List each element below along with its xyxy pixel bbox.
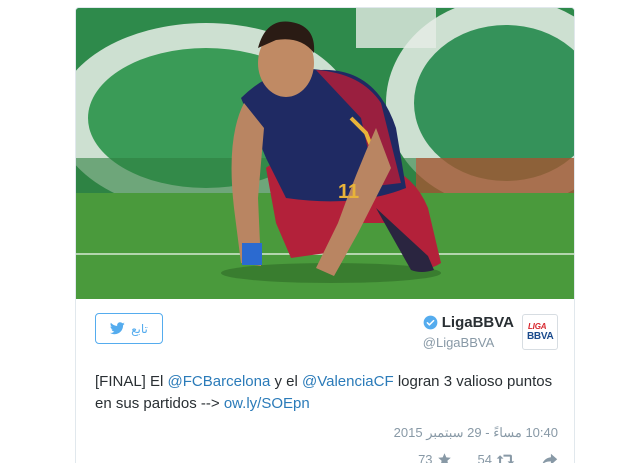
verified-badge-icon (423, 315, 438, 330)
retweet-icon (496, 454, 515, 463)
tweet-text-part1: [FINAL] El (95, 373, 168, 390)
share-button[interactable] (541, 453, 558, 463)
tweet-author[interactable]: LigaBBVA @LigaBBVA LIGA BBVA (423, 314, 558, 350)
twitter-bird-icon (110, 322, 125, 335)
author-handle[interactable]: @LigaBBVA (423, 335, 514, 350)
retweet-count: 54 (477, 452, 492, 463)
tweet-card: 11 تابع LigaBBVA @LigaBBVA LIGA BBVA [FI… (75, 7, 575, 463)
football-player-photo: 11 (76, 8, 574, 299)
tweet-text: [FINAL] El @FCBarcelona y el @ValenciaCF… (95, 371, 565, 415)
follow-button[interactable]: تابع (95, 313, 163, 344)
retweet-button[interactable]: 54 (478, 452, 515, 463)
star-icon (437, 453, 451, 463)
favorite-button[interactable]: 73 (418, 452, 451, 463)
tweet-photo[interactable]: 11 (76, 8, 574, 299)
avatar-logo-top: LIGA (528, 322, 547, 331)
tweet-actions: 73 54 (418, 452, 558, 463)
share-arrow-icon (542, 453, 558, 463)
tweet-text-part2: y el (270, 373, 302, 390)
shirt-number: 11 (338, 181, 359, 203)
author-display-name[interactable]: LigaBBVA (442, 314, 514, 331)
author-names: LigaBBVA @LigaBBVA (423, 314, 514, 350)
avatar[interactable]: LIGA BBVA (522, 314, 558, 350)
tweet-timestamp[interactable]: 10:40 مساءً - 29 سبتمبر 2015 (394, 425, 558, 441)
tweet-link[interactable]: ow.ly/SOEpn (224, 395, 310, 412)
mention-fcbarcelona[interactable]: @FCBarcelona (168, 373, 271, 390)
follow-label: تابع (131, 321, 148, 336)
mention-valenciacf[interactable]: @ValenciaCF (302, 373, 394, 390)
avatar-logo-bottom: BBVA (527, 331, 554, 342)
favorite-count: 73 (418, 452, 433, 463)
